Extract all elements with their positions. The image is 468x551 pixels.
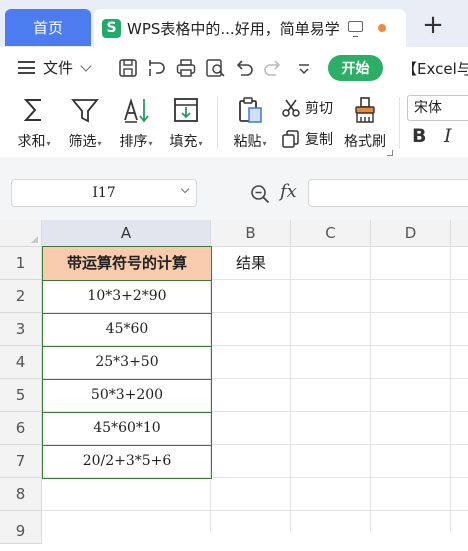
ribbon-divider [399, 97, 400, 149]
cell-a2[interactable]: 10*3+2*90 [42, 280, 212, 314]
column-header-c[interactable]: C [291, 220, 371, 247]
cell-reference: I17 [92, 185, 116, 201]
spreadsheet-logo-icon: S [102, 18, 121, 38]
column-header-a[interactable]: A [42, 220, 211, 247]
formula-input[interactable] [308, 179, 468, 207]
customize-toolbar-icon[interactable] [293, 57, 315, 79]
row-header-5[interactable]: 5 [0, 379, 42, 412]
format-painter-label: 格式刷 [344, 134, 386, 150]
save-icon[interactable] [117, 57, 139, 79]
row-header-2[interactable]: 2 [0, 280, 42, 313]
dialog-launcher-icon[interactable] [387, 150, 393, 156]
row-header-4[interactable]: 4 [0, 346, 42, 379]
cut-label: 剪切 [305, 101, 333, 117]
filter-button[interactable]: 筛选▾ [60, 95, 110, 151]
print-icon[interactable] [175, 57, 197, 79]
formula-bar: I17 fx [0, 157, 468, 220]
paste-button[interactable]: 粘贴▾ [225, 95, 275, 151]
menu-row: 文件 开始 【Excel与 [0, 47, 468, 89]
fill-button[interactable]: 填充▾ [161, 95, 211, 151]
print-preview-icon[interactable] [204, 57, 226, 79]
name-box[interactable]: I17 [11, 179, 197, 207]
select-all-corner[interactable] [0, 220, 42, 247]
tab-bar: 首页 S WPS表格中的...好用，简单易学 + [0, 0, 468, 47]
cell-a6[interactable]: 45*60*10 [42, 412, 212, 446]
start-tab-button[interactable]: 开始 [328, 55, 383, 81]
brush-icon [355, 97, 375, 123]
unsaved-dot-icon [378, 24, 386, 32]
sort-button[interactable]: 排序▾ [111, 95, 161, 151]
cell-a7[interactable]: 20/2+3*5+6 [42, 445, 212, 479]
copy-label: 复制 [305, 132, 333, 148]
sum-label: 求和 [17, 134, 46, 150]
cell-a4[interactable]: 25*3+50 [42, 346, 212, 380]
chevron-down-icon [80, 59, 92, 72]
spreadsheet-grid: A B C D 1 2 3 4 5 6 7 8 9 带运算符号的计算 结果 10… [0, 220, 468, 544]
function-icon[interactable]: fx [280, 181, 297, 202]
sum-icon [23, 99, 41, 121]
tab-document[interactable]: S WPS表格中的...好用，简单易学 [94, 9, 406, 47]
excel-tab-label[interactable]: 【Excel与 [402, 58, 468, 79]
sort-icon [124, 98, 149, 123]
ribbon: 求和▾ 筛选▾ 排序▾ 填充▾ 粘贴▾ 剪切 复制 格式刷 宋体 B I [0, 89, 468, 157]
bold-button[interactable]: B [412, 125, 426, 147]
redo-icon[interactable] [262, 57, 284, 79]
hamburger-icon [18, 61, 35, 74]
cut-button[interactable]: 剪切 [281, 98, 333, 118]
sum-button[interactable]: 求和▾ [9, 95, 59, 151]
fill-label: 填充 [169, 134, 198, 150]
row-header-1[interactable]: 1 [0, 247, 42, 280]
row-header-8[interactable]: 8 [0, 478, 42, 511]
copy-icon [282, 130, 299, 148]
sort-label: 排序 [119, 134, 148, 150]
undo-icon[interactable] [233, 57, 255, 79]
filter-icon [71, 99, 99, 123]
cell-a5[interactable]: 50*3+200 [42, 379, 212, 413]
monitor-icon[interactable] [348, 21, 363, 37]
paste-icon [239, 97, 262, 123]
row-header-9[interactable]: 9 [0, 511, 42, 544]
ribbon-divider [217, 97, 218, 149]
chevron-down-icon [180, 184, 190, 194]
file-menu[interactable]: 文件 [18, 57, 92, 78]
format-painter-button[interactable]: 格式刷 [340, 95, 390, 151]
file-menu-label: 文件 [43, 59, 74, 77]
paste-label: 粘贴 [233, 134, 262, 150]
italic-button[interactable]: I [444, 125, 452, 147]
font-name-select[interactable]: 宋体 [407, 95, 468, 121]
filter-label: 筛选 [68, 134, 97, 150]
row-header-6[interactable]: 6 [0, 412, 42, 445]
cell-a1[interactable]: 带运算符号的计算 [42, 246, 212, 281]
document-title: WPS表格中的...好用，简单易学 [127, 19, 340, 38]
copy-button[interactable]: 复制 [281, 129, 333, 149]
output-icon[interactable] [146, 57, 168, 79]
fill-icon [174, 98, 198, 122]
new-tab-button[interactable]: + [420, 12, 446, 38]
tab-home[interactable]: 首页 [5, 9, 91, 46]
column-header-d[interactable]: D [371, 220, 451, 247]
cell-b1[interactable]: 结果 [211, 247, 291, 280]
row-header-7[interactable]: 7 [0, 445, 42, 478]
zoom-icon[interactable] [250, 184, 270, 204]
column-header-b[interactable]: B [211, 220, 291, 247]
column-header-e[interactable] [451, 220, 468, 247]
row-header-3[interactable]: 3 [0, 313, 42, 346]
scissors-icon [282, 99, 300, 117]
cell-a3[interactable]: 45*60 [42, 313, 212, 347]
